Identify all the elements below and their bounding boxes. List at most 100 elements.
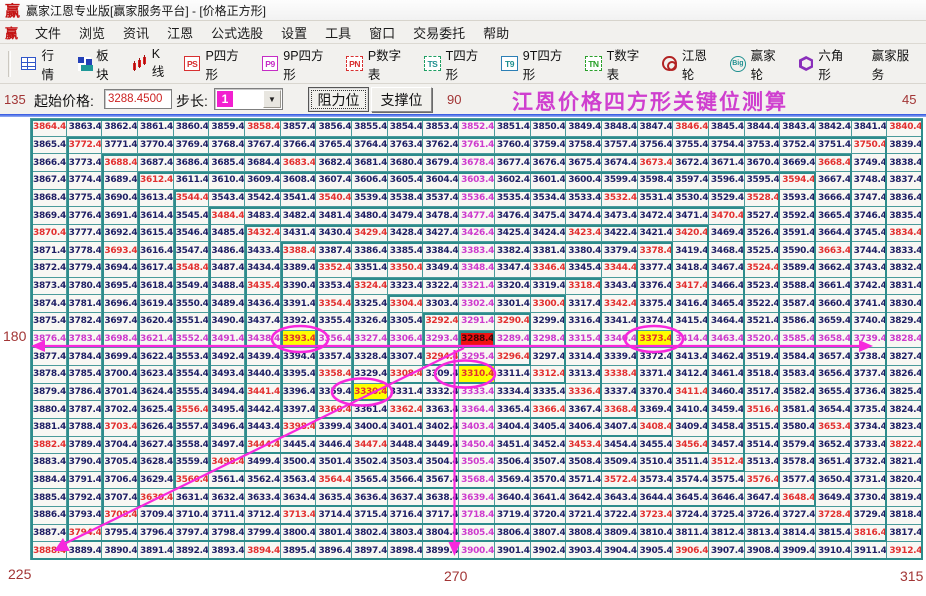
grid-cell: 3711.45 xyxy=(209,507,245,525)
toolbar-item-label: P四方形 xyxy=(205,45,249,83)
grid-cell: 3645.45 xyxy=(673,489,709,507)
grid-cell: 3338.45 xyxy=(602,366,638,384)
grid-cell: 3874.45 xyxy=(31,295,67,313)
grid-cell: 3330.45 xyxy=(352,384,388,402)
grid-cell: 3317.45 xyxy=(566,295,602,313)
toolbar-item-9p-square[interactable]: P99P四方形 xyxy=(256,42,341,86)
grid-cell: 3578.45 xyxy=(780,454,816,472)
grid-cell: 3354.45 xyxy=(316,295,352,313)
menu-江恩[interactable]: 江恩 xyxy=(158,21,202,44)
grid-cell: 3780.45 xyxy=(67,278,103,296)
grid-cell: 3408.45 xyxy=(638,419,674,437)
toolbar-item-hexagon[interactable]: 六角形 xyxy=(793,42,861,86)
grid-cell: 3658.45 xyxy=(816,331,852,349)
grid-cell: 3388.45 xyxy=(281,242,317,260)
grid-cell: 3325.45 xyxy=(352,295,388,313)
grid-cell: 3757.45 xyxy=(602,137,638,155)
toolbar-item-kline[interactable]: K线 xyxy=(126,44,178,83)
toolbar-item-t-square[interactable]: TST四方形 xyxy=(418,42,495,86)
wheel-icon xyxy=(662,56,677,71)
grid-cell: 3310.45 xyxy=(459,366,495,384)
grid-cell: 3735.45 xyxy=(852,401,888,419)
grid-cell: 3641.45 xyxy=(531,489,567,507)
gann-price-square-grid: 3864.453863.453862.453861.453860.453859.… xyxy=(30,118,923,560)
grid-cell: 3741.45 xyxy=(852,295,888,313)
resistance-button[interactable]: 阻力位 xyxy=(308,87,369,112)
grid-cell: 3512.45 xyxy=(709,454,745,472)
grid-cell: 3487.45 xyxy=(209,260,245,278)
grid-cell: 3687.45 xyxy=(138,154,174,172)
support-button[interactable]: 支撑位 xyxy=(371,87,432,112)
toolbar-item-sectors[interactable]: 板块 xyxy=(72,42,127,86)
start-price-input[interactable] xyxy=(104,89,172,109)
grid-cell: 3515.45 xyxy=(745,419,781,437)
menu-浏览[interactable]: 浏览 xyxy=(70,21,114,44)
toolbar-item-label: 江恩轮 xyxy=(682,45,718,83)
step-combobox[interactable]: 1 ▼ xyxy=(214,88,283,110)
menu-资讯[interactable]: 资讯 xyxy=(114,21,158,44)
toolbar-item-winner-wheel[interactable]: Big赢家轮 xyxy=(724,42,793,86)
grid-cell: 3398.45 xyxy=(281,419,317,437)
grid-cell: 3419.45 xyxy=(673,242,709,260)
grid-cell: 3798.45 xyxy=(209,525,245,543)
grid-cell: 3628.45 xyxy=(138,454,174,472)
grid-cell: 3701.45 xyxy=(102,384,138,402)
toolbar-item-9t-square[interactable]: T99T四方形 xyxy=(495,42,579,86)
grid-cell: 3767.45 xyxy=(245,137,281,155)
grid-cell: 3634.45 xyxy=(281,489,317,507)
grid-cell: 3811.45 xyxy=(673,525,709,543)
menu-帮助[interactable]: 帮助 xyxy=(474,21,518,44)
grid-cell: 3690.45 xyxy=(102,190,138,208)
grid-cell: 3535.45 xyxy=(495,190,531,208)
grid-cell: 3786.45 xyxy=(67,384,103,402)
grid-cell: 3384.45 xyxy=(423,242,459,260)
grid-cell: 3810.45 xyxy=(638,525,674,543)
menu-窗口[interactable]: 窗口 xyxy=(360,21,404,44)
grid-cell: 3425.45 xyxy=(495,225,531,243)
grid-cell: 3560.45 xyxy=(174,472,210,490)
menu-设置[interactable]: 设置 xyxy=(272,21,316,44)
grid-cell: 3684.45 xyxy=(245,154,281,172)
grid-cell: 3355.45 xyxy=(316,313,352,331)
grid-cell: 3538.45 xyxy=(388,190,424,208)
grid-cell: 3387.45 xyxy=(316,242,352,260)
grid-cell: 3722.45 xyxy=(602,507,638,525)
grid-cell: 3626.45 xyxy=(138,419,174,437)
grid-cell: 3642.45 xyxy=(566,489,602,507)
grid-cell: 3651.45 xyxy=(816,454,852,472)
toolbar-item-winner-service[interactable]: 赢家服务 xyxy=(861,42,926,86)
toolbar-item-label: T四方形 xyxy=(446,45,490,83)
grid-cell: 3644.45 xyxy=(638,489,674,507)
grid-cell: 3787.45 xyxy=(67,401,103,419)
grid-cell: 3758.45 xyxy=(566,137,602,155)
grid-cell: 3671.45 xyxy=(709,154,745,172)
grid-cell: 3372.45 xyxy=(638,348,674,366)
grid-cell: 3705.45 xyxy=(102,454,138,472)
grid-cell: 3550.45 xyxy=(174,295,210,313)
grid-cell: 3427.45 xyxy=(423,225,459,243)
grid-cell: 3363.45 xyxy=(423,401,459,419)
grid-cell: 3334.45 xyxy=(495,384,531,402)
toolbar-item-t-number-table[interactable]: TNT数字表 xyxy=(579,42,656,86)
grid-cell: 3360.45 xyxy=(316,401,352,419)
grid-cell: 3775.45 xyxy=(67,190,103,208)
toolbar-item-quotes[interactable]: 行情 xyxy=(15,42,72,86)
menu-交易委托[interactable]: 交易委托 xyxy=(404,21,474,44)
toolbar-item-gann-wheel[interactable]: 江恩轮 xyxy=(656,42,724,86)
grid-cell: 3431.45 xyxy=(281,225,317,243)
grid-cell: 3595.45 xyxy=(745,172,781,190)
chevron-down-icon[interactable]: ▼ xyxy=(263,90,281,108)
toolbar-item-p-number-table[interactable]: PNP数字表 xyxy=(340,42,418,86)
toolbar-item-p-square[interactable]: PSP四方形 xyxy=(178,42,256,86)
grid-cell: 3834.45 xyxy=(887,225,923,243)
menu-文件[interactable]: 文件 xyxy=(26,21,70,44)
grid-cell: 3582.45 xyxy=(780,384,816,402)
grid-cell: 3534.45 xyxy=(531,190,567,208)
menu-公式选股[interactable]: 公式选股 xyxy=(202,21,272,44)
grid-cell: 3674.45 xyxy=(602,154,638,172)
grid-cell: 3588.45 xyxy=(780,278,816,296)
grid-cell: 3654.45 xyxy=(816,401,852,419)
grid-cell: 3528.45 xyxy=(745,190,781,208)
menu-工具[interactable]: 工具 xyxy=(316,21,360,44)
grid-cell: 3695.45 xyxy=(102,278,138,296)
